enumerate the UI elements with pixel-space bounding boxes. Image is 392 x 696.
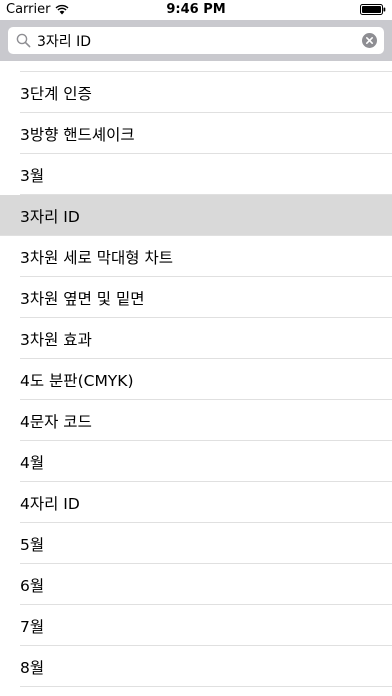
search-input[interactable] bbox=[37, 27, 357, 54]
list-item-label: 3월 bbox=[20, 166, 45, 185]
list-item-label: 3차원 옆면 및 밑면 bbox=[20, 289, 145, 308]
list-item[interactable]: 3월 bbox=[0, 154, 392, 195]
list-item[interactable]: 4월 bbox=[0, 441, 392, 482]
battery-icon bbox=[360, 4, 386, 15]
list-item[interactable]: 5월 bbox=[0, 523, 392, 564]
search-field[interactable] bbox=[8, 27, 384, 54]
list-item-label: 6월 bbox=[20, 576, 45, 595]
search-icon bbox=[16, 33, 31, 48]
list-item-label: 4문자 코드 bbox=[20, 412, 92, 431]
list-item-label: 3단계 인증 bbox=[20, 84, 92, 103]
list-item-label: 3방향 핸드셰이크 bbox=[20, 125, 135, 144]
list-item-selected[interactable]: 3자리 ID bbox=[0, 195, 392, 236]
list-item-label: 3차원 세로 막대형 차트 bbox=[20, 248, 173, 267]
list-top-partial-row bbox=[20, 61, 392, 72]
list-item[interactable]: 3차원 세로 막대형 차트 bbox=[0, 236, 392, 277]
list-item-label: 4자리 ID bbox=[20, 494, 80, 513]
list-item-label: 3자리 ID bbox=[20, 207, 80, 226]
list-item[interactable]: 4자리 ID bbox=[0, 482, 392, 523]
status-time: 9:46 PM bbox=[166, 2, 226, 17]
list-item[interactable]: 7월 bbox=[0, 605, 392, 646]
result-list: 3단계 인증 3방향 핸드셰이크 3월 3자리 ID 3차원 세로 막대형 차트… bbox=[0, 61, 392, 696]
clear-icon[interactable] bbox=[362, 33, 377, 48]
list-item-label: 4월 bbox=[20, 453, 45, 472]
list-item[interactable]: 4도 분판(CMYK) bbox=[0, 359, 392, 400]
search-bar bbox=[0, 20, 392, 61]
status-bar: Carrier 9:46 PM bbox=[0, 0, 392, 20]
list-item[interactable]: 3단계 인증 bbox=[0, 72, 392, 113]
list-item-label: 8월 bbox=[20, 658, 45, 677]
list-item[interactable]: 8월 bbox=[0, 646, 392, 687]
list-item-label: 4도 분판(CMYK) bbox=[20, 371, 134, 390]
list-item[interactable]: 3차원 옆면 및 밑면 bbox=[0, 277, 392, 318]
list-item[interactable]: 3차원 효과 bbox=[0, 318, 392, 359]
list-item-label: 7월 bbox=[20, 617, 45, 636]
list-item-label: 3차원 효과 bbox=[20, 330, 92, 349]
list-item[interactable]: 6월 bbox=[0, 564, 392, 605]
list-item-label: 5월 bbox=[20, 535, 45, 554]
list-item[interactable]: 3방향 핸드셰이크 bbox=[0, 113, 392, 154]
list-item[interactable]: 4문자 코드 bbox=[0, 400, 392, 441]
